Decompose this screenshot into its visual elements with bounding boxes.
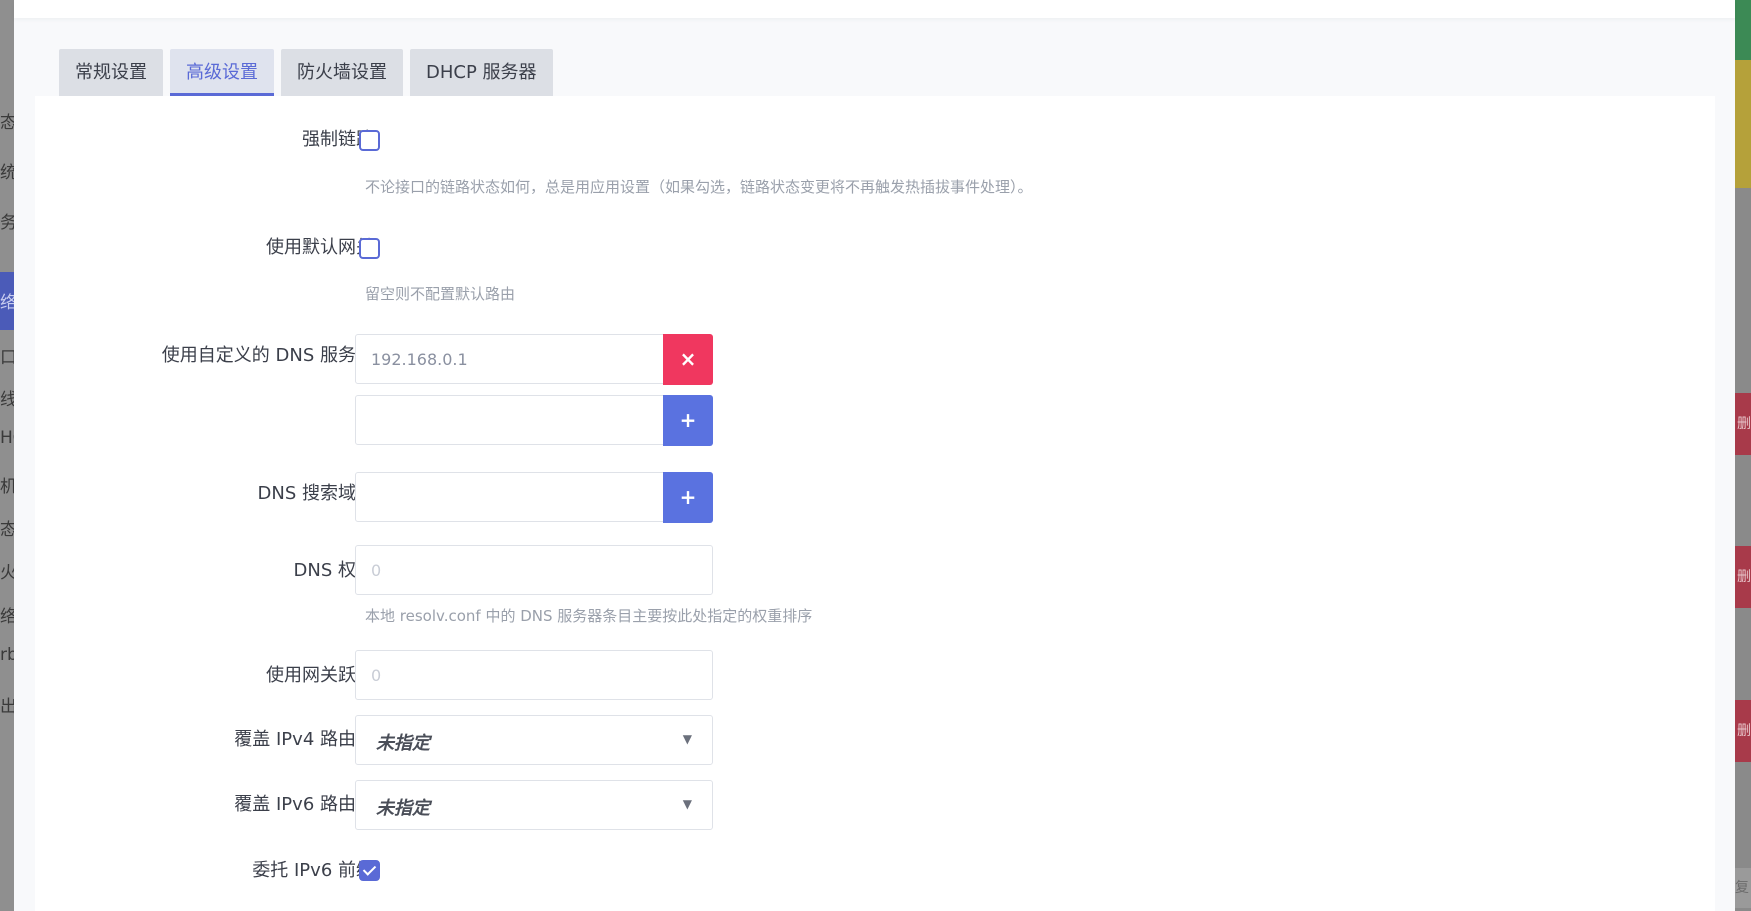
backdrop-delete-button: 删除 <box>1735 700 1751 762</box>
dns-weight-help: 本地 resolv.conf 中的 DNS 服务器条目主要按此处指定的权重排序 <box>365 607 813 625</box>
backdrop-sidebar-fragment: rb <box>0 645 14 665</box>
backdrop-sidebar-fragment: 出 <box>0 697 14 717</box>
ipv6-table-label: 覆盖 IPv6 路由表 <box>234 794 374 815</box>
custom-dns-label: 使用自定义的 DNS 服务器 <box>161 345 374 366</box>
tab-dhcp-server[interactable]: DHCP 服务器 <box>410 49 553 96</box>
backdrop-sidebar: 态 统 务 络 口 线 HC 机 态 火 络 rb 出 <box>0 0 14 911</box>
force-link-checkbox[interactable] <box>359 130 380 151</box>
backdrop-sidebar-fragment: 态 <box>0 113 14 133</box>
ipv6-table-select[interactable]: 未指定 ▼ <box>355 780 713 830</box>
backdrop-sidebar-fragment: 线 <box>0 390 14 410</box>
backdrop-right-column: 删除 删除 删除 复 <box>1735 0 1751 911</box>
backdrop-sidebar-fragment: 统 <box>0 163 14 183</box>
default-gateway-checkbox[interactable] <box>359 238 380 259</box>
chevron-down-icon: ▼ <box>682 797 692 811</box>
ipv4-table-label: 覆盖 IPv4 路由表 <box>234 729 374 750</box>
custom-dns-entry-input[interactable] <box>355 334 665 384</box>
remove-dns-button[interactable]: × <box>663 334 713 385</box>
dns-weight-input[interactable] <box>355 545 713 595</box>
ipv6-table-value: 未指定 <box>376 798 430 819</box>
add-dns-search-button[interactable]: + <box>663 472 713 523</box>
tab-general-settings[interactable]: 常规设置 <box>59 49 163 96</box>
backdrop-sidebar-fragment: 务 <box>0 213 14 233</box>
backdrop-sidebar-fragment: 态 <box>0 520 14 540</box>
advanced-settings-panel: 强制链路 不论接口的链路状态如何，总是用应用设置（如果勾选，链路状态变更将不再触… <box>35 96 1715 911</box>
delegate-prefix-checkbox[interactable] <box>359 860 380 881</box>
tab-advanced-settings[interactable]: 高级设置 <box>170 49 274 96</box>
backdrop-sidebar-fragment: 口 <box>0 348 14 368</box>
backdrop-restore-button: 复 <box>1735 868 1751 908</box>
dns-search-input[interactable] <box>355 472 665 522</box>
settings-tabs: 常规设置 高级设置 防火墙设置 DHCP 服务器 <box>59 49 553 96</box>
delegate-prefix-label: 委托 IPv6 前缀 <box>252 860 374 881</box>
default-gateway-label: 使用默认网关 <box>266 237 374 258</box>
default-gateway-help: 留空则不配置默认路由 <box>365 285 516 303</box>
backdrop-sidebar-fragment: 火 <box>0 563 14 583</box>
modal-header <box>14 0 1735 18</box>
backdrop-sidebar-fragment: HC <box>0 428 14 448</box>
backdrop-delete-button: 删除 <box>1735 546 1751 608</box>
add-dns-button[interactable]: + <box>663 395 713 446</box>
backdrop-sidebar-fragment: 络 <box>0 607 14 627</box>
backdrop-sidebar-fragment: 机 <box>0 477 14 497</box>
tab-firewall-settings[interactable]: 防火墙设置 <box>281 49 403 96</box>
backdrop-status-indicator <box>1735 0 1751 60</box>
backdrop-status-indicator <box>1735 60 1751 188</box>
backdrop-delete-button: 删除 <box>1735 393 1751 455</box>
ipv4-table-select[interactable]: 未指定 ▼ <box>355 715 713 765</box>
chevron-down-icon: ▼ <box>682 732 692 746</box>
ipv4-table-value: 未指定 <box>376 733 430 754</box>
force-link-help: 不论接口的链路状态如何，总是用应用设置（如果勾选，链路状态变更将不再触发热插拔事… <box>365 178 1033 196</box>
gateway-metric-input[interactable] <box>355 650 713 700</box>
new-dns-input[interactable] <box>355 395 665 445</box>
backdrop-sidebar-fragment: 络 <box>0 293 14 313</box>
interface-settings-modal: 常规设置 高级设置 防火墙设置 DHCP 服务器 强制链路 不论接口的链路状态如… <box>14 0 1735 911</box>
